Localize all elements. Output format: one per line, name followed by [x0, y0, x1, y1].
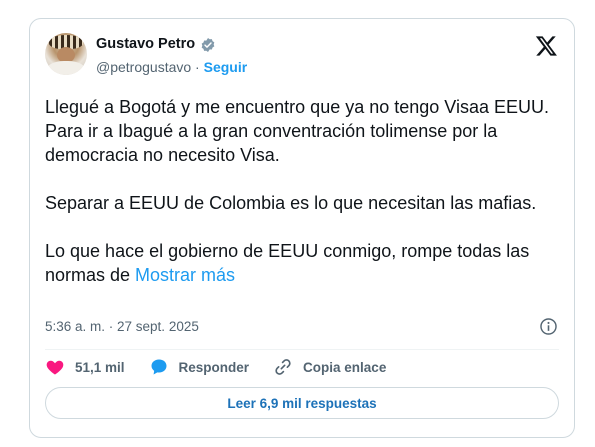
action-bar: 51,1 mil Responder Copia enlace — [45, 357, 410, 377]
tweet-body: Llegué a Bogotá y me encuentro que ya no… — [45, 97, 550, 285]
divider — [45, 349, 559, 350]
author-handle-row: @petrogustavo · Seguir — [96, 59, 247, 75]
follow-button[interactable]: Seguir — [204, 59, 248, 75]
info-icon[interactable] — [539, 317, 558, 336]
like-count: 51,1 mil — [75, 359, 125, 375]
like-button[interactable]: 51,1 mil — [45, 357, 125, 377]
copy-link-button[interactable]: Copia enlace — [273, 357, 386, 377]
author-handle[interactable]: @petrogustavo — [96, 59, 191, 75]
reply-label: Responder — [178, 359, 250, 375]
reply-button[interactable]: Responder — [149, 357, 250, 377]
read-replies-button[interactable]: Leer 6,9 mil respuestas — [45, 387, 559, 419]
avatar-shirt — [47, 61, 85, 75]
show-more-link[interactable]: Mostrar más — [135, 265, 235, 285]
copy-link-label: Copia enlace — [303, 359, 387, 375]
tweet-timestamp[interactable]: 5:36 a. m. · 27 sept. 2025 — [45, 319, 199, 334]
heart-icon — [46, 360, 64, 375]
handle-separator: · — [191, 59, 204, 75]
tweet-text: Llegué a Bogotá y me encuentro que ya no… — [45, 95, 560, 287]
author-name[interactable]: Gustavo Petro — [96, 36, 195, 52]
avatar[interactable] — [45, 33, 87, 75]
verified-badge-icon — [201, 38, 215, 52]
link-icon — [275, 359, 291, 375]
tweet-card: Gustavo Petro @petrogustavo · Seguir Lle… — [29, 18, 575, 438]
reply-bubble-icon — [151, 359, 167, 375]
x-logo-icon[interactable] — [535, 34, 558, 57]
